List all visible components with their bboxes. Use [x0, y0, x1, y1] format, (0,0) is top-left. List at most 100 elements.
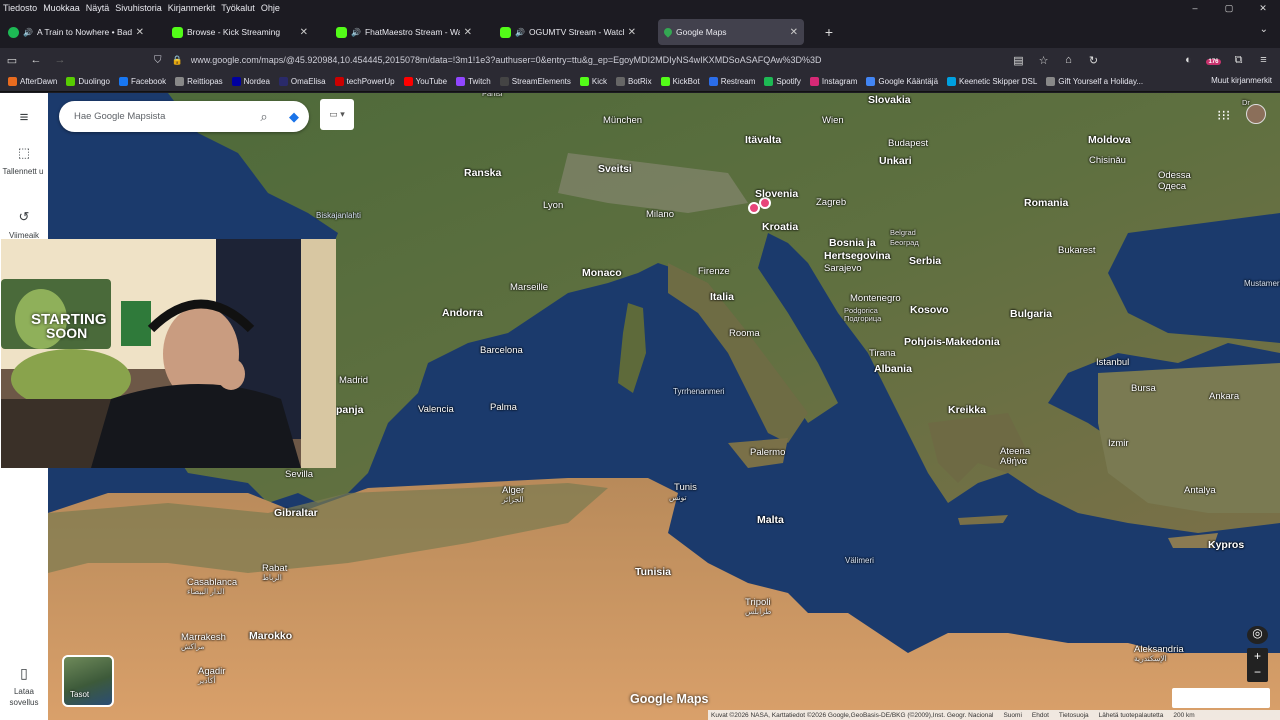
- reload-icon[interactable]: ↻: [1081, 54, 1106, 67]
- menu-icon[interactable]: ≡: [1251, 54, 1276, 66]
- bookmark-item[interactable]: Nordea: [231, 77, 270, 86]
- home-icon[interactable]: ⌂: [1056, 54, 1081, 66]
- city-label[interactable]: Montenegro: [850, 293, 901, 304]
- country-label[interactable]: Sveitsi: [598, 163, 632, 175]
- history-icon[interactable]: ↺: [0, 209, 48, 225]
- country-label[interactable]: Andorra: [442, 307, 483, 319]
- tab-kick-browse[interactable]: Browse - Kick Streaming ✕: [166, 19, 314, 45]
- city-label[interactable]: طرابلس: [745, 607, 771, 616]
- country-label[interactable]: Italia: [710, 291, 734, 303]
- extensions-icon[interactable]: ⧉: [1226, 54, 1251, 67]
- extension-badge[interactable]: 176: [1201, 54, 1226, 66]
- country-label[interactable]: Bosnia ja: [829, 237, 876, 249]
- download-app-label[interactable]: Lataa sovellus: [0, 686, 48, 708]
- country-label[interactable]: Itävalta: [745, 134, 781, 146]
- country-label[interactable]: Slovenia: [755, 188, 798, 200]
- country-label[interactable]: Kreikka: [948, 404, 986, 416]
- city-label[interactable]: Chisinău: [1089, 155, 1126, 166]
- city-label[interactable]: Wien: [822, 115, 844, 126]
- country-label[interactable]: Romania: [1024, 197, 1068, 209]
- city-label[interactable]: Подгорица: [844, 314, 881, 323]
- city-label[interactable]: München: [603, 115, 642, 126]
- country-label[interactable]: Bulgaria: [1010, 308, 1052, 320]
- country-label[interactable]: Hertsegovina: [824, 250, 891, 262]
- language-link[interactable]: Suomi: [1003, 712, 1021, 719]
- country-label[interactable]: Ranska: [464, 167, 501, 179]
- map-type-button[interactable]: ▭ ▾: [320, 99, 354, 130]
- close-tab-icon[interactable]: ✕: [464, 27, 472, 38]
- city-label[interactable]: Tirana: [869, 348, 896, 359]
- menu-file[interactable]: Tiedosto: [0, 3, 40, 13]
- city-label[interactable]: Rooma: [729, 328, 760, 339]
- bookmark-item[interactable]: techPowerUp: [334, 77, 395, 86]
- close-tab-icon[interactable]: ✕: [300, 27, 308, 38]
- speaker-icon[interactable]: 🔊: [351, 28, 361, 37]
- city-label[interactable]: Αθήνα: [1000, 456, 1027, 467]
- sea-label[interactable]: Tyrrhenanmeri: [673, 387, 725, 396]
- speaker-icon[interactable]: 🔊: [515, 28, 525, 37]
- country-label[interactable]: panja: [336, 404, 363, 416]
- bookmark-icon[interactable]: ⬚: [0, 145, 48, 161]
- city-label[interactable]: Sarajevo: [824, 263, 862, 274]
- city-label[interactable]: Bursa: [1131, 383, 1156, 394]
- avatar[interactable]: [1246, 104, 1266, 124]
- bookmark-item[interactable]: Spotify: [764, 77, 801, 86]
- bookmark-item[interactable]: Keenetic Skipper DSL: [947, 77, 1037, 86]
- country-label[interactable]: Monaco: [582, 267, 622, 279]
- city-label[interactable]: Pariisi: [482, 93, 502, 98]
- city-label[interactable]: مراكش: [181, 642, 204, 651]
- menu-edit[interactable]: Muokkaa: [40, 3, 83, 13]
- new-tab-button[interactable]: +: [820, 24, 838, 40]
- country-label[interactable]: Kypros: [1208, 539, 1244, 551]
- search-box[interactable]: Hae Google Mapsista ⌕ ◆: [59, 101, 309, 132]
- bookmark-item[interactable]: OmaElisa: [278, 77, 326, 86]
- saved-label[interactable]: Tallennett u: [0, 167, 46, 177]
- zoom-out-button[interactable]: −: [1247, 664, 1268, 680]
- bookmark-item[interactable]: Twitch: [456, 77, 491, 86]
- menu-bookmarks[interactable]: Kirjanmerkit: [165, 3, 219, 13]
- tab-google-maps[interactable]: Google Maps ✕: [658, 19, 804, 45]
- apps-grid-icon[interactable]: ⁝⁝⁝: [1217, 107, 1230, 124]
- city-label[interactable]: Sevilla: [285, 469, 313, 480]
- country-label[interactable]: Serbia: [909, 255, 941, 267]
- directions-icon[interactable]: ◆: [279, 109, 309, 125]
- city-label[interactable]: Istanbul: [1096, 357, 1129, 368]
- sidebar-toggle-icon[interactable]: ▭: [0, 54, 24, 67]
- close-tab-icon[interactable]: ✕: [790, 27, 798, 38]
- city-label[interactable]: الدار البيضاء: [187, 587, 224, 596]
- city-label[interactable]: Barcelona: [480, 345, 523, 356]
- bookmark-item[interactable]: StreamElements: [499, 77, 571, 86]
- city-label[interactable]: Valencia: [418, 404, 454, 415]
- zoom-in-button[interactable]: +: [1247, 648, 1268, 664]
- menu-tools[interactable]: Työkalut: [218, 3, 258, 13]
- bookmark-item[interactable]: Facebook: [118, 77, 166, 86]
- terms-link[interactable]: Ehdot: [1032, 712, 1049, 719]
- city-label[interactable]: Београд: [890, 238, 919, 247]
- city-label[interactable]: الجزائر: [502, 495, 524, 504]
- tab-list-icon[interactable]: ⌄: [1260, 24, 1268, 35]
- forward-button[interactable]: →: [48, 54, 72, 66]
- minimize-button[interactable]: –: [1178, 0, 1212, 16]
- bookmark-item[interactable]: AfterDawn: [8, 77, 57, 86]
- city-label[interactable]: Palermo: [750, 447, 785, 458]
- speaker-icon[interactable]: 🔊: [23, 28, 33, 37]
- city-label[interactable]: Firenze: [698, 266, 730, 277]
- city-label[interactable]: Podgorica: [844, 306, 878, 315]
- country-label[interactable]: Malta: [757, 514, 784, 526]
- city-label[interactable]: Одеса: [1158, 181, 1186, 192]
- country-label[interactable]: Gibraltar: [274, 507, 318, 519]
- city-label[interactable]: Bukarest: [1058, 245, 1096, 256]
- address-bar[interactable]: ⛉ 🔒 www.google.com/maps/@45.920984,10.45…: [154, 50, 1054, 70]
- bookmark-star-icon[interactable]: ☆: [1031, 54, 1056, 67]
- city-label[interactable]: Milano: [646, 209, 674, 220]
- city-label[interactable]: Madrid: [339, 375, 368, 386]
- maximize-button[interactable]: ▢: [1212, 0, 1246, 16]
- bookmark-item[interactable]: KickBot: [660, 77, 700, 86]
- city-label[interactable]: Ankara: [1209, 391, 1239, 402]
- bookmark-item[interactable]: Google Kääntäjä: [866, 77, 938, 86]
- close-tab-icon[interactable]: ✕: [628, 27, 636, 38]
- menu-help[interactable]: Ohje: [258, 3, 283, 13]
- bookmark-item[interactable]: Kick: [579, 77, 607, 86]
- search-icon[interactable]: ⌕: [249, 109, 279, 125]
- city-label[interactable]: Odessa: [1158, 170, 1191, 181]
